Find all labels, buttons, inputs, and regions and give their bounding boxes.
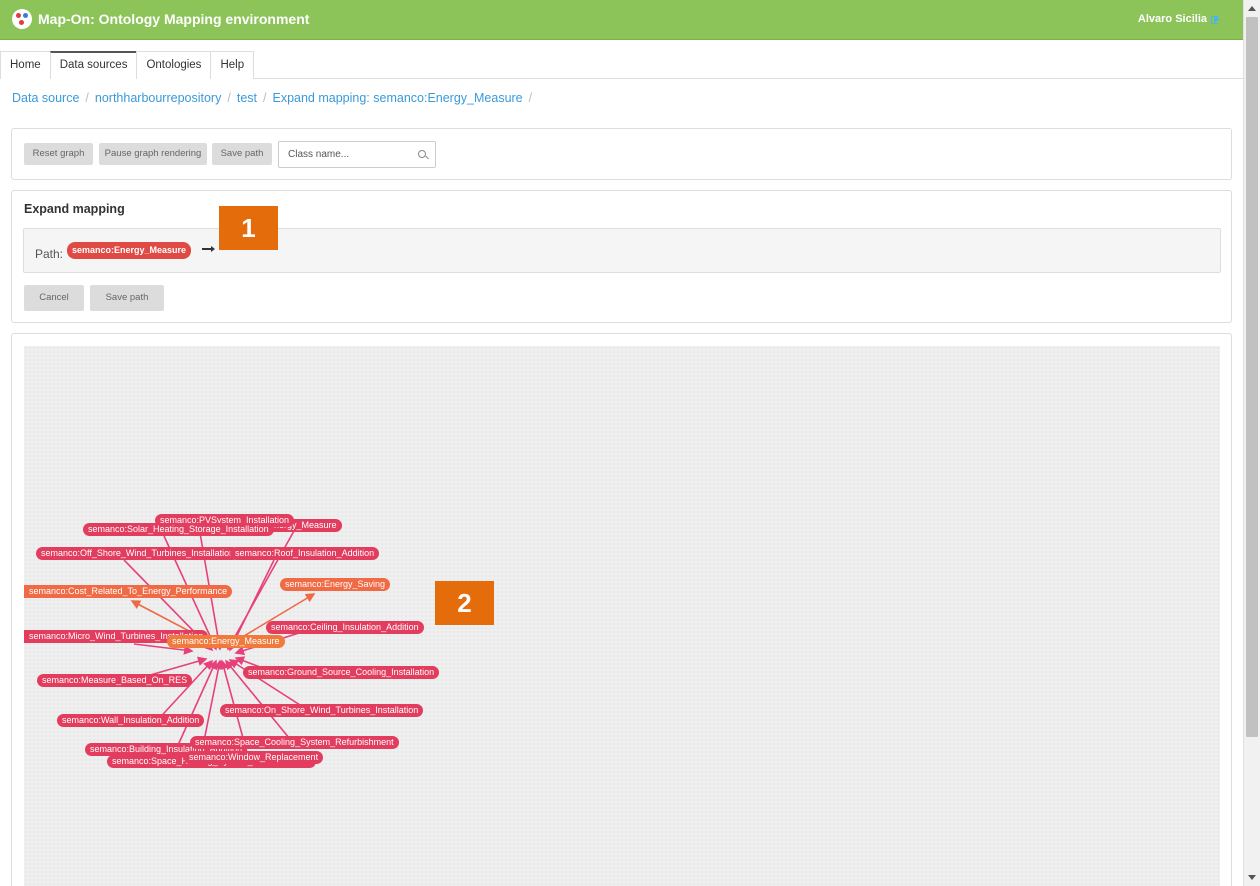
tab-help[interactable]: Help	[210, 51, 255, 79]
user-menu[interactable]: Alvaro Sicilia	[1138, 13, 1221, 25]
scroll-up-icon[interactable]	[1248, 6, 1256, 11]
path-label: Path:	[35, 247, 64, 261]
graph-panel: semanco:Energy_Measure semanco:PVSystem_…	[11, 333, 1232, 886]
graph-node[interactable]: semanco:Roof_Insulation_Addition	[230, 547, 380, 560]
graph-node[interactable]: semanco:Ceiling_Insulation_Addition	[266, 621, 424, 634]
graph-node[interactable]: semanco:Cost_Related_To_Energy_Performan…	[24, 585, 233, 598]
breadcrumb-separator: /	[227, 91, 231, 105]
pause-graph-rendering-button[interactable]: Pause graph rendering	[99, 143, 207, 165]
breadcrumb-separator: /	[528, 91, 533, 105]
graph-node[interactable]: semanco:Solar_Heating_Storage_Installati…	[83, 523, 274, 536]
save-path-toolbar-button[interactable]: Save path	[212, 143, 272, 165]
main-tabs: Home Data sources Ontologies Help	[0, 51, 1243, 79]
top-navbar: Map-On: Ontology Mapping environment Alv…	[0, 0, 1243, 40]
scroll-down-icon[interactable]	[1248, 875, 1256, 880]
graph-center-node[interactable]: semanco:Energy_Measure	[167, 635, 285, 648]
expand-mapping-title: Expand mapping	[24, 202, 125, 216]
page-scrollbar[interactable]	[1243, 0, 1260, 886]
annotation-badge-2: 2	[435, 581, 494, 625]
graph-node[interactable]: semanco:Off_Shore_Wind_Turbines_Installa…	[36, 547, 240, 560]
tab-data-sources[interactable]: Data sources	[49, 51, 138, 79]
user-name: Alvaro Sicilia	[1137, 13, 1207, 25]
path-arrow-icon	[202, 246, 215, 252]
graph-node[interactable]: semanco:Ground_Source_Cooling_Installati…	[243, 666, 440, 679]
breadcrumb-separator: /	[85, 91, 89, 105]
breadcrumb-expand-mapping[interactable]: Expand mapping: semanco:Energy_Measure	[272, 91, 522, 105]
graph-node[interactable]: semanco:Energy_Saving	[280, 578, 391, 591]
graph-node[interactable]: semanco:Window_Replacement	[184, 751, 324, 764]
tab-ontologies[interactable]: Ontologies	[136, 51, 212, 79]
graph-canvas[interactable]: semanco:Energy_Measure semanco:PVSystem_…	[24, 346, 1220, 886]
breadcrumb-repository[interactable]: northharbourrepository	[95, 91, 221, 105]
tab-home[interactable]: Home	[0, 51, 51, 79]
class-name-input[interactable]	[279, 142, 409, 167]
map-on-logo-icon	[12, 9, 32, 29]
graph-node[interactable]: semanco:Measure_Based_On_RES	[37, 674, 193, 687]
path-box: Path: semanco:Energy_Measure	[23, 228, 1221, 273]
breadcrumb-data-source[interactable]: Data source	[12, 91, 79, 105]
graph-toolbar-panel: Reset graph Pause graph rendering Save p…	[11, 128, 1232, 180]
graph-node[interactable]: semanco:Space_Cooling_System_Refurbishme…	[190, 736, 399, 749]
scroll-thumb[interactable]	[1246, 17, 1258, 737]
breadcrumb: Data source / northharbourrepository / t…	[12, 91, 538, 105]
annotation-badge-1: 1	[219, 206, 278, 250]
graph-node[interactable]: semanco:Wall_Insulation_Addition	[57, 714, 205, 727]
breadcrumb-test[interactable]: test	[237, 91, 257, 105]
path-item-tag[interactable]: semanco:Energy_Measure	[67, 242, 192, 259]
save-path-button[interactable]: Save path	[90, 285, 164, 311]
logout-icon[interactable]	[1211, 14, 1221, 24]
graph-node[interactable]: semanco:On_Shore_Wind_Turbines_Installat…	[220, 704, 424, 717]
app-title: Map-On: Ontology Mapping environment	[38, 11, 310, 27]
class-search	[278, 141, 436, 168]
expand-mapping-panel: Expand mapping Path: semanco:Energy_Meas…	[11, 190, 1232, 323]
search-icon[interactable]	[418, 150, 426, 158]
reset-graph-button[interactable]: Reset graph	[24, 143, 93, 165]
breadcrumb-separator: /	[263, 91, 267, 105]
brand[interactable]: Map-On: Ontology Mapping environment	[12, 9, 309, 29]
graph-edges	[118, 526, 316, 767]
cancel-button[interactable]: Cancel	[24, 285, 84, 311]
